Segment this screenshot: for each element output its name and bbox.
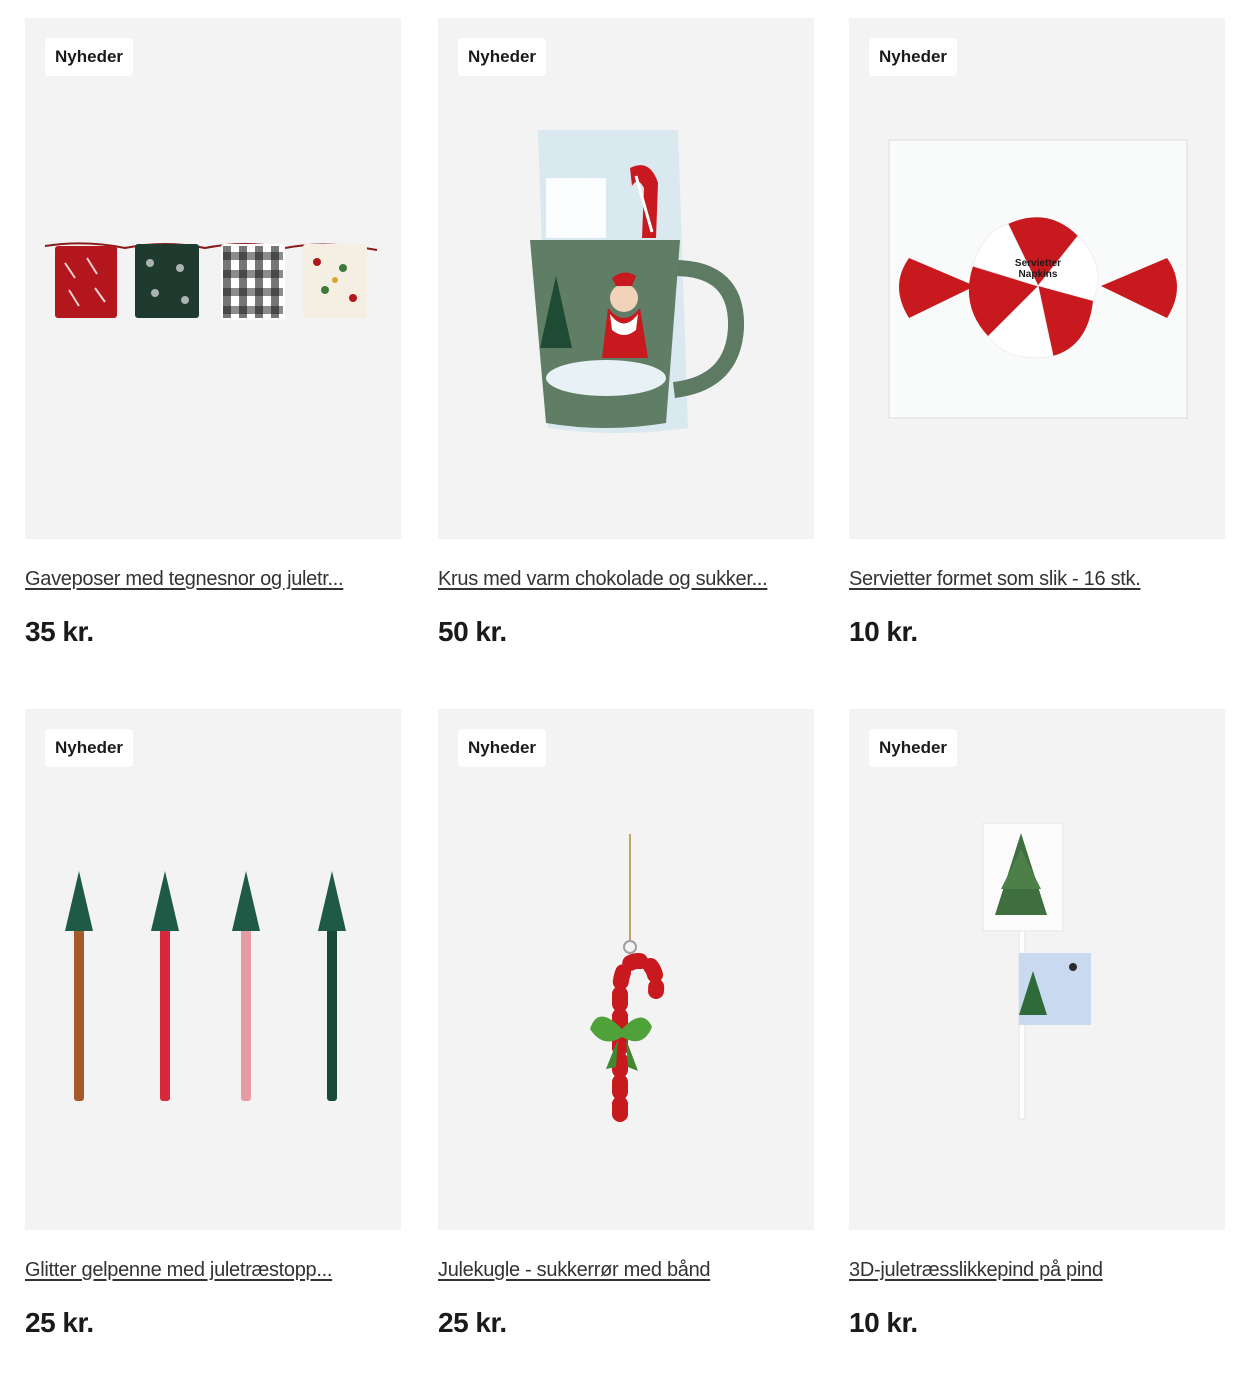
- product-price: 10 kr.: [849, 1307, 918, 1338]
- napkins-package-line-1: Servietter: [1015, 258, 1061, 269]
- napkins-package-line-2: Napkins: [1019, 269, 1058, 280]
- product-image[interactable]: Nyheder: [25, 709, 401, 1230]
- news-badge: Nyheder: [869, 729, 958, 767]
- product-grid: Nyheder Gaveposer med tegnesnor og julet…: [0, 0, 1250, 1394]
- product-price: 50 kr.: [438, 616, 507, 647]
- product-title-link[interactable]: Krus med varm chokolade og sukker...: [438, 568, 814, 591]
- gel-pens-image: [65, 871, 346, 1101]
- news-badge: Nyheder: [458, 38, 547, 76]
- news-badge: Nyheder: [458, 729, 547, 767]
- product-title-link[interactable]: Servietter formet som slik - 16 stk.: [849, 568, 1225, 591]
- product-price: 10 kr.: [849, 616, 918, 647]
- product-image[interactable]: Servietter Napkins Nyheder: [849, 18, 1225, 539]
- product-title-link[interactable]: Glitter gelpenne med juletræstopp...: [25, 1259, 401, 1282]
- product-price: 25 kr.: [25, 1307, 94, 1338]
- product-price: 35 kr.: [25, 616, 94, 647]
- gift-bags-image: [44, 242, 378, 320]
- product-price: 25 kr.: [438, 1307, 507, 1338]
- napkins-package-label: Servietter Napkins: [1015, 258, 1061, 280]
- product-image[interactable]: Nyheder: [438, 18, 814, 539]
- candy-cane-ornament-image: [590, 834, 665, 1122]
- product-image[interactable]: Nyheder: [438, 709, 814, 1230]
- product-title-link[interactable]: Julekugle - sukkerrør med bånd: [438, 1259, 814, 1282]
- tree-lollipop-image: [982, 822, 1091, 1120]
- product-image[interactable]: Nyheder: [25, 18, 401, 539]
- product-title-link[interactable]: 3D-juletræsslikkepind på pind: [849, 1259, 1225, 1282]
- mug-image: [530, 130, 745, 433]
- news-badge: Nyheder: [45, 729, 134, 767]
- news-badge: Nyheder: [869, 38, 958, 76]
- napkins-image: Servietter Napkins: [888, 139, 1188, 419]
- news-badge: Nyheder: [45, 38, 134, 76]
- product-title-link[interactable]: Gaveposer med tegnesnor og juletr...: [25, 568, 401, 591]
- product-image[interactable]: Nyheder: [849, 709, 1225, 1230]
